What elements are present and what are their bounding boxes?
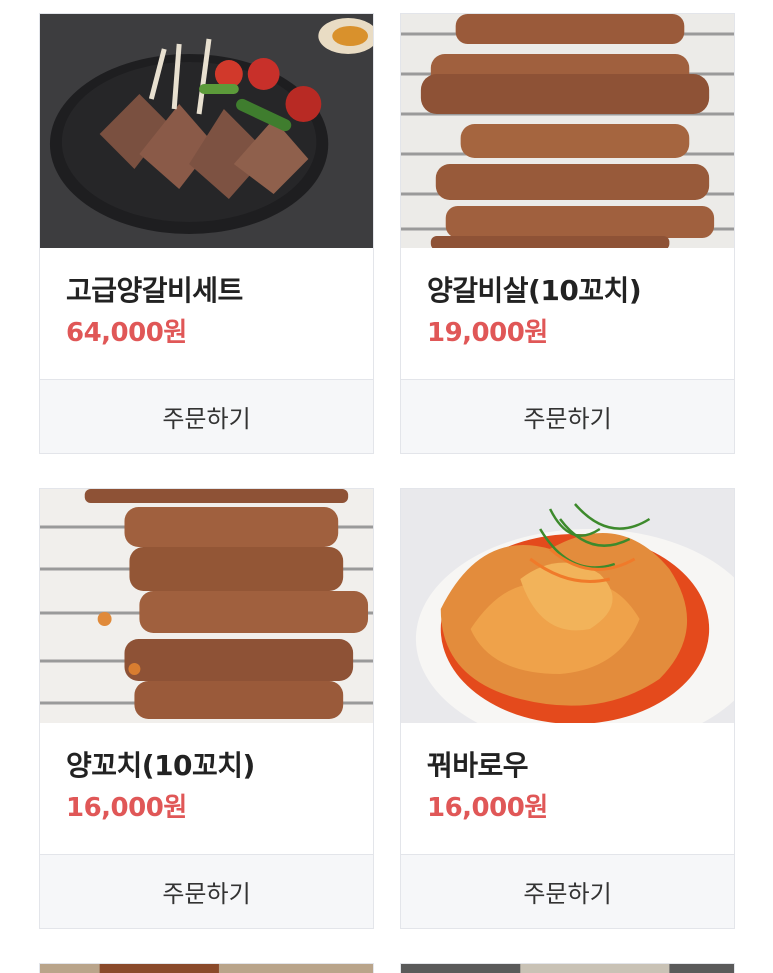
product-image-guobaorou[interactable]: [401, 489, 734, 723]
product-price: 16,000원: [427, 793, 548, 823]
product-name: 양꼬치(10꼬치): [66, 749, 255, 782]
product-card-partial[interactable]: [39, 963, 374, 973]
product-grid: 고급양갈비세트 64,000원 주문하기 양갈비살(10꼬치) 19,000원 …: [0, 0, 773, 973]
order-button[interactable]: 주문하기: [401, 855, 734, 928]
order-button[interactable]: 주문하기: [40, 855, 373, 928]
product-info: 꿔바로우 16,000원: [401, 723, 734, 855]
product-name: 고급양갈비세트: [66, 274, 243, 307]
product-card[interactable]: 꿔바로우 16,000원 주문하기: [400, 488, 735, 929]
product-image[interactable]: [40, 964, 373, 973]
product-card[interactable]: 양꼬치(10꼬치) 16,000원 주문하기: [39, 488, 374, 929]
product-image-lamb-rib-skewers[interactable]: [401, 14, 734, 248]
product-name: 꿔바로우: [427, 749, 529, 782]
product-card-partial[interactable]: [400, 963, 735, 973]
product-image-lamb-rack-set[interactable]: [40, 14, 373, 248]
order-button[interactable]: 주문하기: [40, 380, 373, 453]
product-info: 양갈비살(10꼬치) 19,000원: [401, 248, 734, 380]
product-image-lamb-skewers[interactable]: [40, 489, 373, 723]
product-info: 고급양갈비세트 64,000원: [40, 248, 373, 380]
product-price: 19,000원: [427, 318, 548, 348]
product-image[interactable]: [401, 964, 734, 973]
product-price: 16,000원: [66, 793, 187, 823]
product-card[interactable]: 양갈비살(10꼬치) 19,000원 주문하기: [400, 13, 735, 454]
product-price: 64,000원: [66, 318, 187, 348]
product-name: 양갈비살(10꼬치): [427, 274, 642, 307]
order-button[interactable]: 주문하기: [401, 380, 734, 453]
product-card[interactable]: 고급양갈비세트 64,000원 주문하기: [39, 13, 374, 454]
product-info: 양꼬치(10꼬치) 16,000원: [40, 723, 373, 855]
